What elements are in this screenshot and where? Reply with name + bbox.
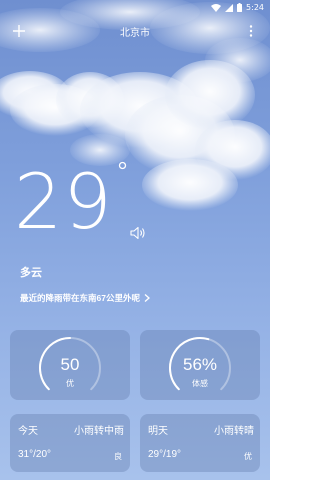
rain-notice-text: 最近的降雨带在东南67公里外呢	[20, 293, 140, 303]
forecast-today-day: 今天	[18, 426, 38, 437]
forecast-tomorrow-temps: 29°/19°	[148, 449, 182, 460]
status-bar: 5:24	[0, 0, 270, 16]
rain-notice-link[interactable]: 最近的降雨带在东南67公里外呢	[20, 292, 150, 304]
weather-screen: 5:24 北京市 29 多云 最近的降雨带在东南67公里外呢 50 优 56% …	[0, 0, 270, 480]
battery-icon	[237, 3, 243, 12]
forecast-tomorrow-weather: 小雨转晴	[214, 426, 254, 437]
degree-symbol-icon	[118, 161, 127, 170]
forecast-today-aq: 良	[114, 452, 122, 461]
city-title: 北京市	[120, 28, 150, 39]
forecast-tomorrow-day: 明天	[148, 426, 168, 437]
chevron-right-icon	[144, 294, 150, 302]
feels-like-label: 体感	[192, 379, 208, 388]
current-temperature: 29	[14, 157, 113, 246]
speaker-icon[interactable]	[130, 226, 146, 240]
feels-like-value: 56%	[182, 355, 218, 374]
more-vert-icon[interactable]	[248, 24, 254, 38]
top-bar: 北京市	[0, 22, 270, 42]
wifi-icon	[211, 3, 222, 12]
status-time: 5:24	[246, 3, 264, 12]
forecast-today-weather: 小雨转中雨	[74, 426, 124, 437]
air-quality-value: 50	[60, 355, 80, 374]
signal-icon	[225, 3, 234, 12]
forecast-today-temps: 31°/20°	[18, 449, 52, 460]
weather-condition: 多云	[20, 267, 42, 279]
air-quality-label: 优	[66, 379, 74, 388]
forecast-tomorrow-aq: 优	[244, 452, 252, 461]
